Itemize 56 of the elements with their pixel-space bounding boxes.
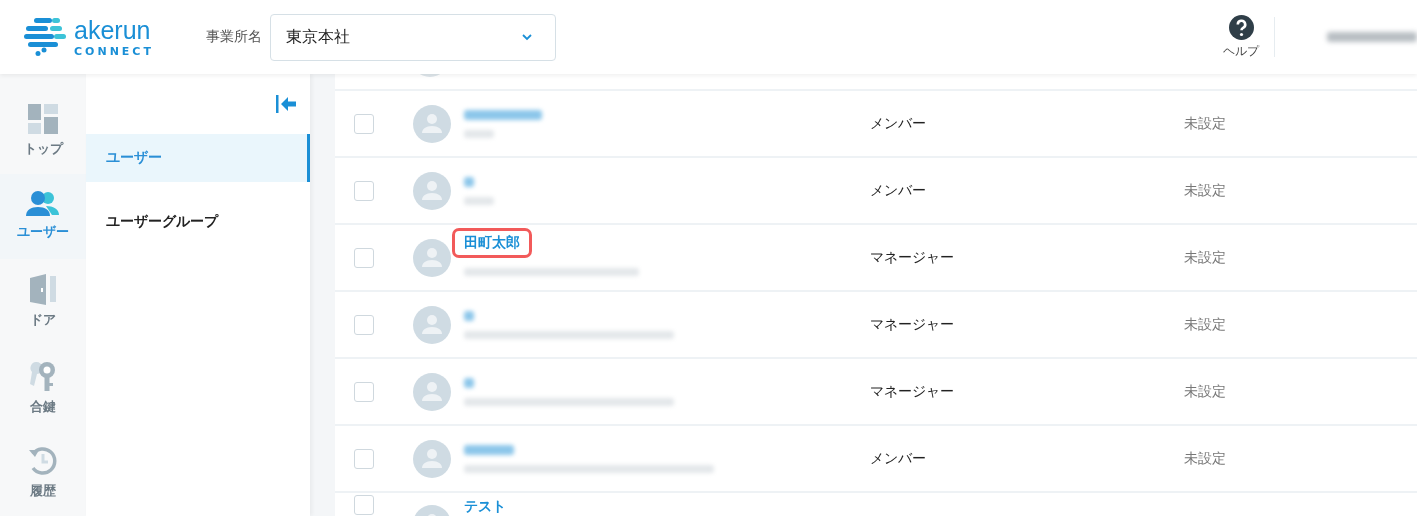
office-select[interactable]: 東京本社 [269,13,556,61]
row-checkbox[interactable] [354,314,374,335]
nav-item[interactable]: ドア [0,259,86,345]
row-checkbox[interactable] [354,448,374,469]
status-cell: 未設定 [1184,382,1226,401]
role-cell-text: メンバー [870,181,927,200]
avatar-icon [413,171,451,210]
blurred-name[interactable] [464,444,514,455]
blurred-name[interactable] [464,109,542,120]
avatar-icon [413,238,451,277]
role-cell-text: マネージャー [870,248,955,267]
user-name-link[interactable]: 田町太郎 [452,227,532,258]
row-checkbox[interactable] [354,113,374,134]
status-cell: 未設定 [1184,449,1226,468]
key-icon [28,359,58,392]
status-cell: 未設定 [1184,181,1226,200]
role-cell-text: マネージャー [870,315,955,334]
logo-icon [24,18,66,56]
history-icon [28,446,58,477]
blurred-email [464,196,494,205]
door-icon [30,274,56,306]
nav-item[interactable]: 合鍵 [0,344,86,431]
office-label: 事業所名 [205,28,262,46]
avatar-icon [413,372,451,411]
status-cell: 未設定 [1184,114,1226,133]
collapse-icon[interactable] [276,95,296,113]
row-checkbox[interactable] [354,247,374,268]
row-checkbox[interactable] [354,495,374,515]
row-checkbox[interactable] [354,381,374,402]
subnav-item[interactable]: ユーザー [86,134,310,182]
row-checkbox[interactable] [354,180,374,201]
chevron-down-icon [520,33,533,41]
nav-item[interactable]: ユーザー [0,173,86,260]
help-icon [1228,14,1254,40]
nav-item[interactable]: トップ [0,88,86,174]
dashboard-icon [28,103,58,134]
logo-tagline: CONNECT [74,45,154,57]
status-cell: 未設定 [1184,315,1226,334]
avatar-icon [413,305,451,344]
status-cell: 未設定 [1184,248,1226,267]
blurred-email [464,129,494,138]
nav-item[interactable]: 履歴 [0,430,86,516]
role-cell-text: メンバー [870,449,927,468]
help-button[interactable]: ヘルプ [1223,14,1259,60]
subnav-item[interactable]: ユーザーグループ [86,198,310,246]
users-icon [26,191,60,218]
blurred-name[interactable] [464,310,474,321]
avatar-icon [413,104,451,143]
user-name-link[interactable]: テスト [464,495,506,516]
blurred-name[interactable] [464,377,474,388]
logo-wordmark: akerun [74,17,152,43]
blurred-name[interactable] [464,176,474,187]
role-cell-text: メンバー [870,114,927,133]
avatar-icon [413,439,451,478]
blurred-account-name[interactable] [1327,32,1417,42]
role-cell-text: マネージャー [870,382,955,401]
